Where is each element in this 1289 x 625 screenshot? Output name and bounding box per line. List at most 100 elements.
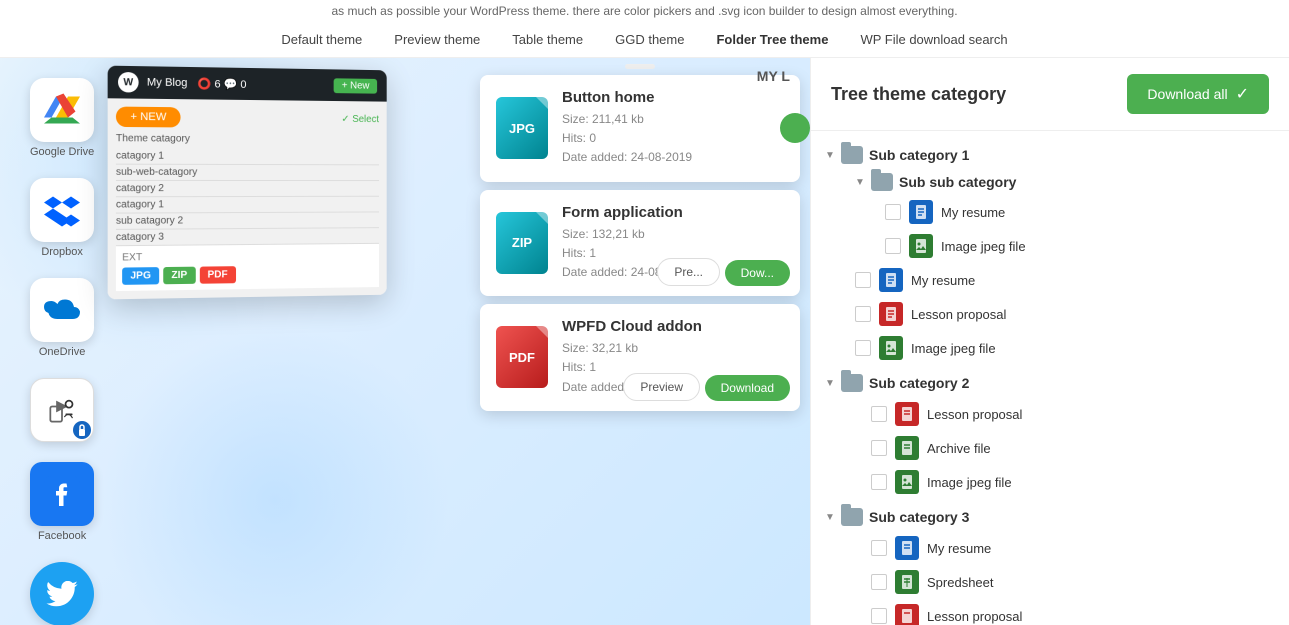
file-label-lesson-1: Lesson proposal: [911, 307, 1006, 322]
tree-file-img-jpeg-2: Image jpeg file: [851, 331, 1279, 365]
wp-list-item-0: catagory 1: [116, 148, 379, 165]
file-label-archive: Archive file: [927, 441, 991, 456]
tree-file-lesson-2: Lesson proposal: [867, 397, 1279, 431]
file-card-pdf-download-btn[interactable]: Download: [705, 375, 790, 401]
file-card-jpg-name: Button home: [562, 89, 692, 106]
plugin-icon-dropbox[interactable]: Dropbox: [30, 178, 94, 258]
wp-blog-name: My Blog: [147, 76, 188, 90]
tree-file-spreadsheet: Spredsheet: [867, 565, 1279, 599]
wp-ext-badges: JPG ZIP PDF: [122, 264, 373, 284]
tree-header: Tree theme category Download all ✓: [811, 58, 1289, 131]
checkbox-my-resume-1[interactable]: [885, 204, 901, 220]
tree-file-img-jpeg-1: Image jpeg file: [881, 229, 1279, 263]
file-card-zip-name: Form application: [562, 204, 692, 221]
tree-cat-3-header[interactable]: ▼ Sub category 3: [821, 503, 1279, 531]
file-card-pdf: PDF WPFD Cloud addon Size: 32,21 kb Hits…: [480, 304, 800, 411]
tree-file-img-jpeg-3: Image jpeg file: [867, 465, 1279, 499]
file-type-icon-blue-2: [879, 268, 903, 292]
wp-list-item-3: catagory 1: [116, 197, 379, 214]
dropbox-icon-circle: [30, 178, 94, 242]
checkbox-my-resume-2[interactable]: [855, 272, 871, 288]
plugin-icon-twitter[interactable]: Twitter: [30, 562, 94, 625]
file-card-zip-preview-btn[interactable]: Pre...: [657, 258, 720, 286]
checkmark-icon: ✓: [1236, 84, 1249, 104]
facebook-label: Facebook: [38, 530, 86, 542]
checkbox-lesson-2[interactable]: [871, 406, 887, 422]
download-all-button[interactable]: Download all ✓: [1127, 74, 1269, 114]
checkbox-lesson-1[interactable]: [855, 306, 871, 322]
tree-file-lesson-3: Lesson proposal: [867, 599, 1279, 625]
lock-icon: [73, 421, 91, 439]
nav-default-theme[interactable]: Default theme: [281, 32, 362, 47]
plugin-icon-facebook[interactable]: Facebook: [30, 462, 94, 542]
file-type-icon-green-1: [909, 234, 933, 258]
plugin-icon-onedrive[interactable]: OneDrive: [30, 278, 94, 358]
dropbox-label: Dropbox: [41, 246, 83, 258]
wp-toolbar-text: My Blog ⭕ 6 💬 0: [147, 76, 247, 91]
checkbox-img-jpeg-2[interactable]: [855, 340, 871, 356]
plugin-icon-gdrive[interactable]: Google Drive: [30, 78, 94, 158]
plugin-icon-share[interactable]: [30, 378, 94, 442]
wp-new-btn[interactable]: + New: [334, 78, 377, 93]
nav-preview-theme[interactable]: Preview theme: [394, 32, 480, 47]
file-label-img-jpeg-2: Image jpeg file: [911, 341, 996, 356]
file-icon-pdf: PDF: [496, 326, 548, 388]
file-card-jpg-info: Button home Size: 211,41 kb Hits: 0 Date…: [562, 89, 692, 168]
file-card-zip-download-btn[interactable]: Dow...: [725, 260, 790, 286]
tree-category-2: ▼ Sub category 2 Lesson proposal: [821, 369, 1279, 499]
file-icon-jpg: JPG: [496, 97, 548, 159]
tree-arrow-subcat1: ▼: [855, 177, 865, 188]
wp-select-btn[interactable]: ✓ Select: [341, 113, 379, 124]
gdrive-label: Google Drive: [30, 146, 94, 158]
wp-toolbar: W My Blog ⭕ 6 💬 0 + New: [108, 66, 387, 102]
onedrive-label: OneDrive: [39, 346, 85, 358]
checkbox-my-resume-3[interactable]: [871, 540, 887, 556]
tree-category-1: ▼ Sub category 1 ▼ Sub sub category: [821, 141, 1279, 365]
file-card-jpg: JPG Button home Size: 211,41 kb Hits: 0 …: [480, 75, 800, 182]
checkbox-lesson-3[interactable]: [871, 608, 887, 624]
nav-ggd-theme[interactable]: GGD theme: [615, 32, 684, 47]
nav-table-theme[interactable]: Table theme: [512, 32, 583, 47]
gdrive-icon-circle: [30, 78, 94, 142]
file-type-icon-blue-3: [895, 536, 919, 560]
file-card-pdf-preview-btn[interactable]: Preview: [623, 373, 700, 401]
file-label-img-jpeg-3: Image jpeg file: [927, 475, 1012, 490]
wp-list-items: catagory 1 sub-web-catagory catagory 2 c…: [116, 148, 379, 246]
file-type-icon-red-1: [879, 302, 903, 326]
share-icon-circle: [30, 378, 94, 442]
tree-cat-2-header[interactable]: ▼ Sub category 2: [821, 369, 1279, 397]
onedrive-icon-circle: [30, 278, 94, 342]
file-card-zip: ZIP Form application Size: 132,21 kb Hit…: [480, 190, 800, 297]
wp-content: + NEW ✓ Select Theme catagory catagory 1…: [108, 98, 387, 299]
checkbox-spreadsheet[interactable]: [871, 574, 887, 590]
tree-subcat-1-label: Sub sub category: [899, 174, 1016, 190]
tree-file-archive: Archive file: [867, 431, 1279, 465]
folder-icon-cat1: [841, 146, 863, 164]
folder-icon-cat2: [841, 374, 863, 392]
nav-wp-file-search[interactable]: WP File download search: [860, 32, 1007, 47]
tree-cat-1-direct-files: My resume Lesson proposal: [851, 263, 1279, 365]
tree-arrow-cat1: ▼: [825, 150, 835, 161]
nav-folder-tree-theme[interactable]: Folder Tree theme: [716, 32, 828, 47]
file-label-my-resume-1: My resume: [941, 205, 1005, 220]
folder-icon-subcat1: [871, 173, 893, 191]
tree-cat-1-label: Sub category 1: [869, 147, 969, 163]
file-label-my-resume-3: My resume: [927, 541, 991, 556]
file-label-my-resume-2: My resume: [911, 273, 975, 288]
tree-subcat-1-header[interactable]: ▼ Sub sub category: [851, 169, 1279, 195]
tree-cat-2-files: Lesson proposal Archive file: [867, 397, 1279, 499]
promo-text: as much as possible your WordPress theme…: [0, 0, 1289, 22]
wp-stats: ⭕ 6 💬 0: [198, 77, 247, 91]
checkbox-img-jpeg-3[interactable]: [871, 474, 887, 490]
checkbox-img-jpeg-1[interactable]: [885, 238, 901, 254]
wp-new-orange-btn[interactable]: + NEW: [116, 107, 181, 128]
theme-nav: Default theme Preview theme Table theme …: [0, 22, 1289, 58]
twitter-icon-circle: [30, 562, 94, 625]
tree-cat-2-label: Sub category 2: [869, 375, 969, 391]
checkbox-archive[interactable]: [871, 440, 887, 456]
ext-badge-jpg: JPG: [122, 267, 159, 285]
file-icon-zip: ZIP: [496, 212, 548, 274]
file-label-lesson-3: Lesson proposal: [927, 609, 1022, 624]
tree-cat-1-header[interactable]: ▼ Sub category 1: [821, 141, 1279, 169]
tree-arrow-cat3: ▼: [825, 512, 835, 523]
